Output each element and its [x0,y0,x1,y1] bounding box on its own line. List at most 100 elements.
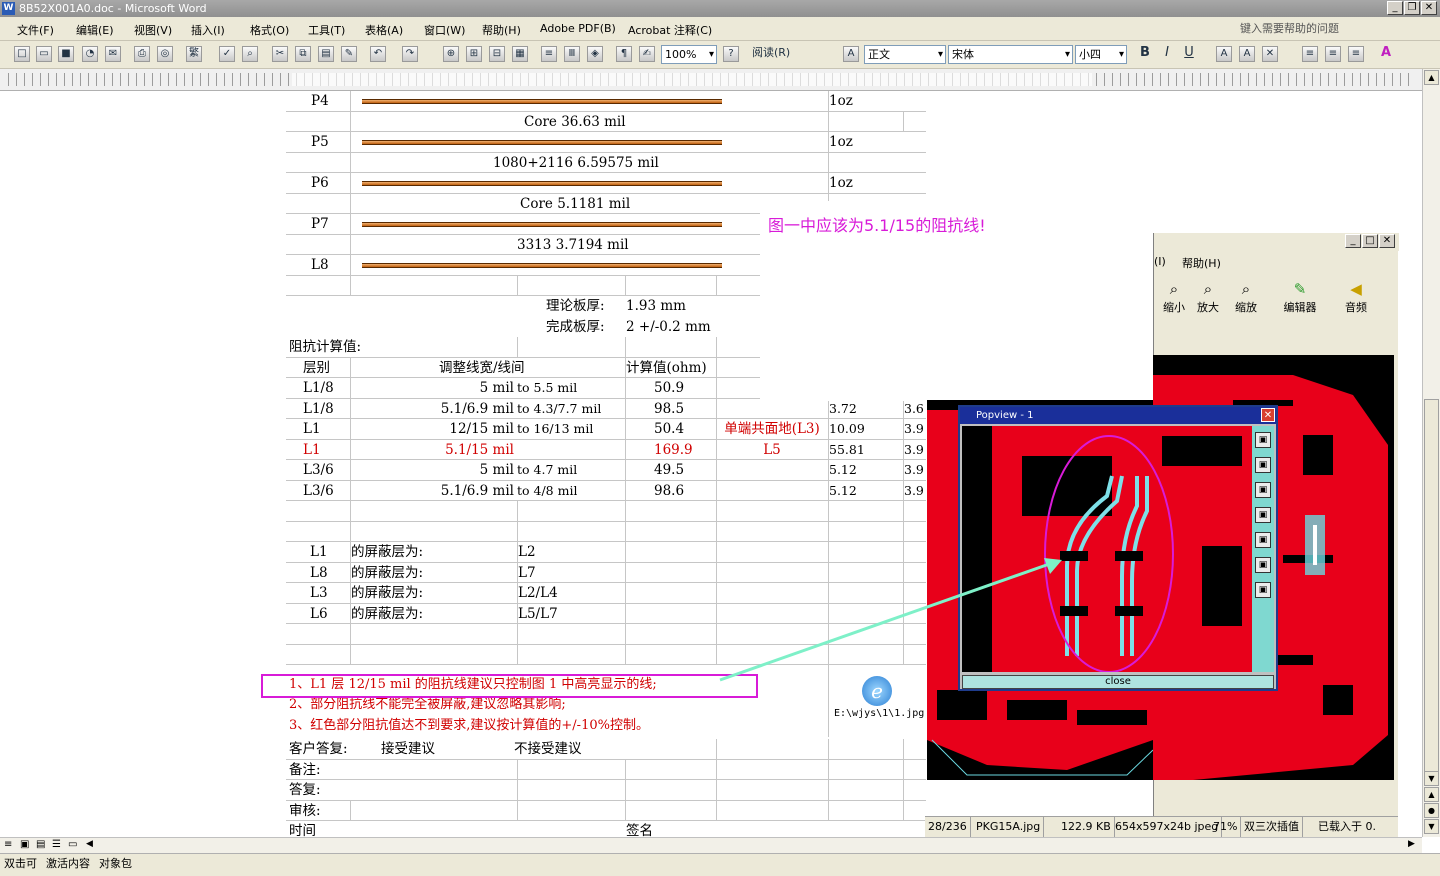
columns-icon[interactable]: ≡ [541,46,557,62]
char-scale-icon[interactable]: ✕ [1262,46,1278,62]
popview-tool-icon[interactable]: ▣ [1255,507,1271,523]
select-browse-icon[interactable]: ● [1424,803,1439,818]
styles-formatting-icon[interactable]: A [843,46,859,62]
underline-button[interactable]: U [1181,46,1197,62]
layer-cell: L1/8 [303,400,334,417]
editor-button[interactable]: ✎ 编辑器 [1279,279,1321,319]
print-preview-icon[interactable]: ◎ [157,46,173,62]
email-icon[interactable]: ✉ [105,46,121,62]
bold-button[interactable]: B [1137,46,1153,62]
popview-tool-icon[interactable]: ▣ [1255,582,1271,598]
popview-tool-icon[interactable]: ▣ [1255,532,1271,548]
document-map-icon[interactable]: ◈ [587,46,603,62]
char-border-icon[interactable]: A [1216,46,1232,62]
dielectric-desc: 3313 3.7194 mil [517,236,629,253]
popview-tool-icon[interactable]: ▣ [1255,557,1271,573]
font-size-select[interactable]: 小四 [1075,45,1127,64]
new-document-icon[interactable]: □ [14,46,30,62]
menu-help[interactable]: 帮助(H) [482,22,521,38]
restore-button[interactable]: ❐ [1404,1,1420,15]
redo-icon[interactable]: ↷ [402,46,418,62]
traditional-chinese-icon[interactable]: 繁 [186,46,202,62]
vertical-scrollbar[interactable]: ▲ ▼ ▲ ● ▼ [1422,69,1440,837]
align-left-icon[interactable]: ≡ [1302,46,1318,62]
ink-icon[interactable]: ✍ [639,46,655,62]
permission-icon[interactable]: ◔ [82,46,98,62]
format-painter-icon[interactable]: ✎ [341,46,357,62]
menu-edit[interactable]: 编辑(E) [76,22,114,38]
audio-button[interactable]: ◀ 音频 [1338,279,1374,319]
scroll-thumb[interactable] [1424,399,1439,779]
menu-file[interactable]: 文件(F) [17,22,54,38]
accept-option[interactable]: 接受建议 [381,739,435,759]
save-icon[interactable]: ■ [58,46,74,62]
next-page-icon[interactable]: ▼ [1424,819,1439,834]
italic-button[interactable]: I [1159,46,1175,62]
minimize-button[interactable]: _ [1387,1,1403,15]
calc-cell: 50.4 [654,421,685,437]
style-select[interactable]: 正文 [864,45,946,64]
popview-tool-icon[interactable]: ▣ [1255,432,1271,448]
cut-icon[interactable]: ✂ [272,46,288,62]
undo-icon[interactable]: ↶ [370,46,386,62]
scroll-up-icon[interactable]: ▲ [1424,70,1439,85]
impedance-row: L3/6 5.1/6.9 mil to 4/8 mil 98.6 5.12 3.9 [286,480,926,501]
scroll-down-icon[interactable]: ▼ [1424,771,1439,786]
viewer-menu-cut[interactable]: (I) [1154,255,1166,268]
zoom-in-button[interactable]: ⌕ 放大 [1190,279,1226,319]
font-color-button[interactable]: A [1378,46,1394,62]
viewer-close-button[interactable]: ✕ [1379,234,1395,248]
show-hide-icon[interactable]: ¶ [616,46,632,62]
popview-tool-icon[interactable]: ▣ [1255,457,1271,473]
web-view-icon[interactable]: ▣ [20,839,29,850]
tables-borders-icon[interactable]: ⊞ [466,46,482,62]
open-folder-icon[interactable]: ▭ [36,46,52,62]
popview-tool-icon[interactable]: ▣ [1255,482,1271,498]
spelling-icon[interactable]: ✓ [219,46,235,62]
research-icon[interactable]: ⌕ [242,46,258,62]
reading-view-icon[interactable]: ▭ [68,839,77,850]
hyperlink-icon[interactable]: ⊕ [443,46,459,62]
reject-option[interactable]: 不接受建议 [514,739,582,759]
outline-view-icon[interactable]: ☰ [52,839,61,850]
extra-cell: 单端共面地(L3) [724,421,820,437]
zoom-select[interactable]: 100% [661,45,717,64]
menu-table[interactable]: 表格(A) [365,22,403,38]
menu-window[interactable]: 窗口(W) [424,22,465,38]
align-right-icon[interactable]: ≡ [1348,46,1364,62]
drawing-icon[interactable]: Ⅲ [564,46,580,62]
print-icon[interactable]: ⎙ [134,46,150,62]
print-view-icon[interactable]: ▤ [36,839,45,850]
close-button[interactable]: ✕ [1421,1,1437,15]
zoom-button[interactable]: ⌕ 缩放 [1228,279,1264,319]
align-center-icon[interactable]: ≡ [1325,46,1341,62]
paste-icon[interactable]: ▤ [318,46,334,62]
char-shading-icon[interactable]: A [1239,46,1255,62]
viewer-menu-help[interactable]: 帮助(H) [1182,255,1221,271]
copy-icon[interactable]: ⧉ [295,46,311,62]
menu-adobe-pdf[interactable]: Adobe PDF(B) [540,22,616,35]
viewer-maximize-button[interactable]: □ [1362,234,1378,248]
menu-acrobat-comments[interactable]: Acrobat 注释(C) [628,22,712,38]
menu-format[interactable]: 格式(O) [250,22,289,38]
read-button[interactable]: 阅读(R) [752,46,812,62]
menu-tools[interactable]: 工具(T) [308,22,345,38]
normal-view-icon[interactable]: ≡ [4,839,12,850]
help-icon[interactable]: ? [723,46,739,62]
viewer-minimize-button[interactable]: _ [1345,234,1361,248]
popview-close-icon[interactable]: ✕ [1261,408,1275,422]
menu-insert[interactable]: 插入(I) [191,22,225,38]
horizontal-scrollbar[interactable]: ≡ ▣ ▤ ☰ ▭ ◀ ▶ [0,837,1422,853]
note-3: 3、红色部分阻抗值达不到要求,建议按计算值的+/-10%控制。 [289,718,649,733]
font-select[interactable]: 宋体 [948,45,1073,64]
extra-value-cell: 3.6 [904,400,924,416]
prev-page-icon[interactable]: ▲ [1424,787,1439,802]
insert-excel-icon[interactable]: ▦ [512,46,528,62]
menu-view[interactable]: 视图(V) [134,22,172,38]
zoom-out-button[interactable]: ⌕ 缩小 [1156,279,1192,319]
scroll-right-icon[interactable]: ▶ [1408,839,1415,849]
scroll-left-icon[interactable]: ◀ [86,839,93,849]
help-search-input[interactable]: 键入需要帮助的问题 [1240,20,1420,38]
horizontal-ruler[interactable] [0,69,1422,91]
insert-table-icon[interactable]: ⊟ [489,46,505,62]
